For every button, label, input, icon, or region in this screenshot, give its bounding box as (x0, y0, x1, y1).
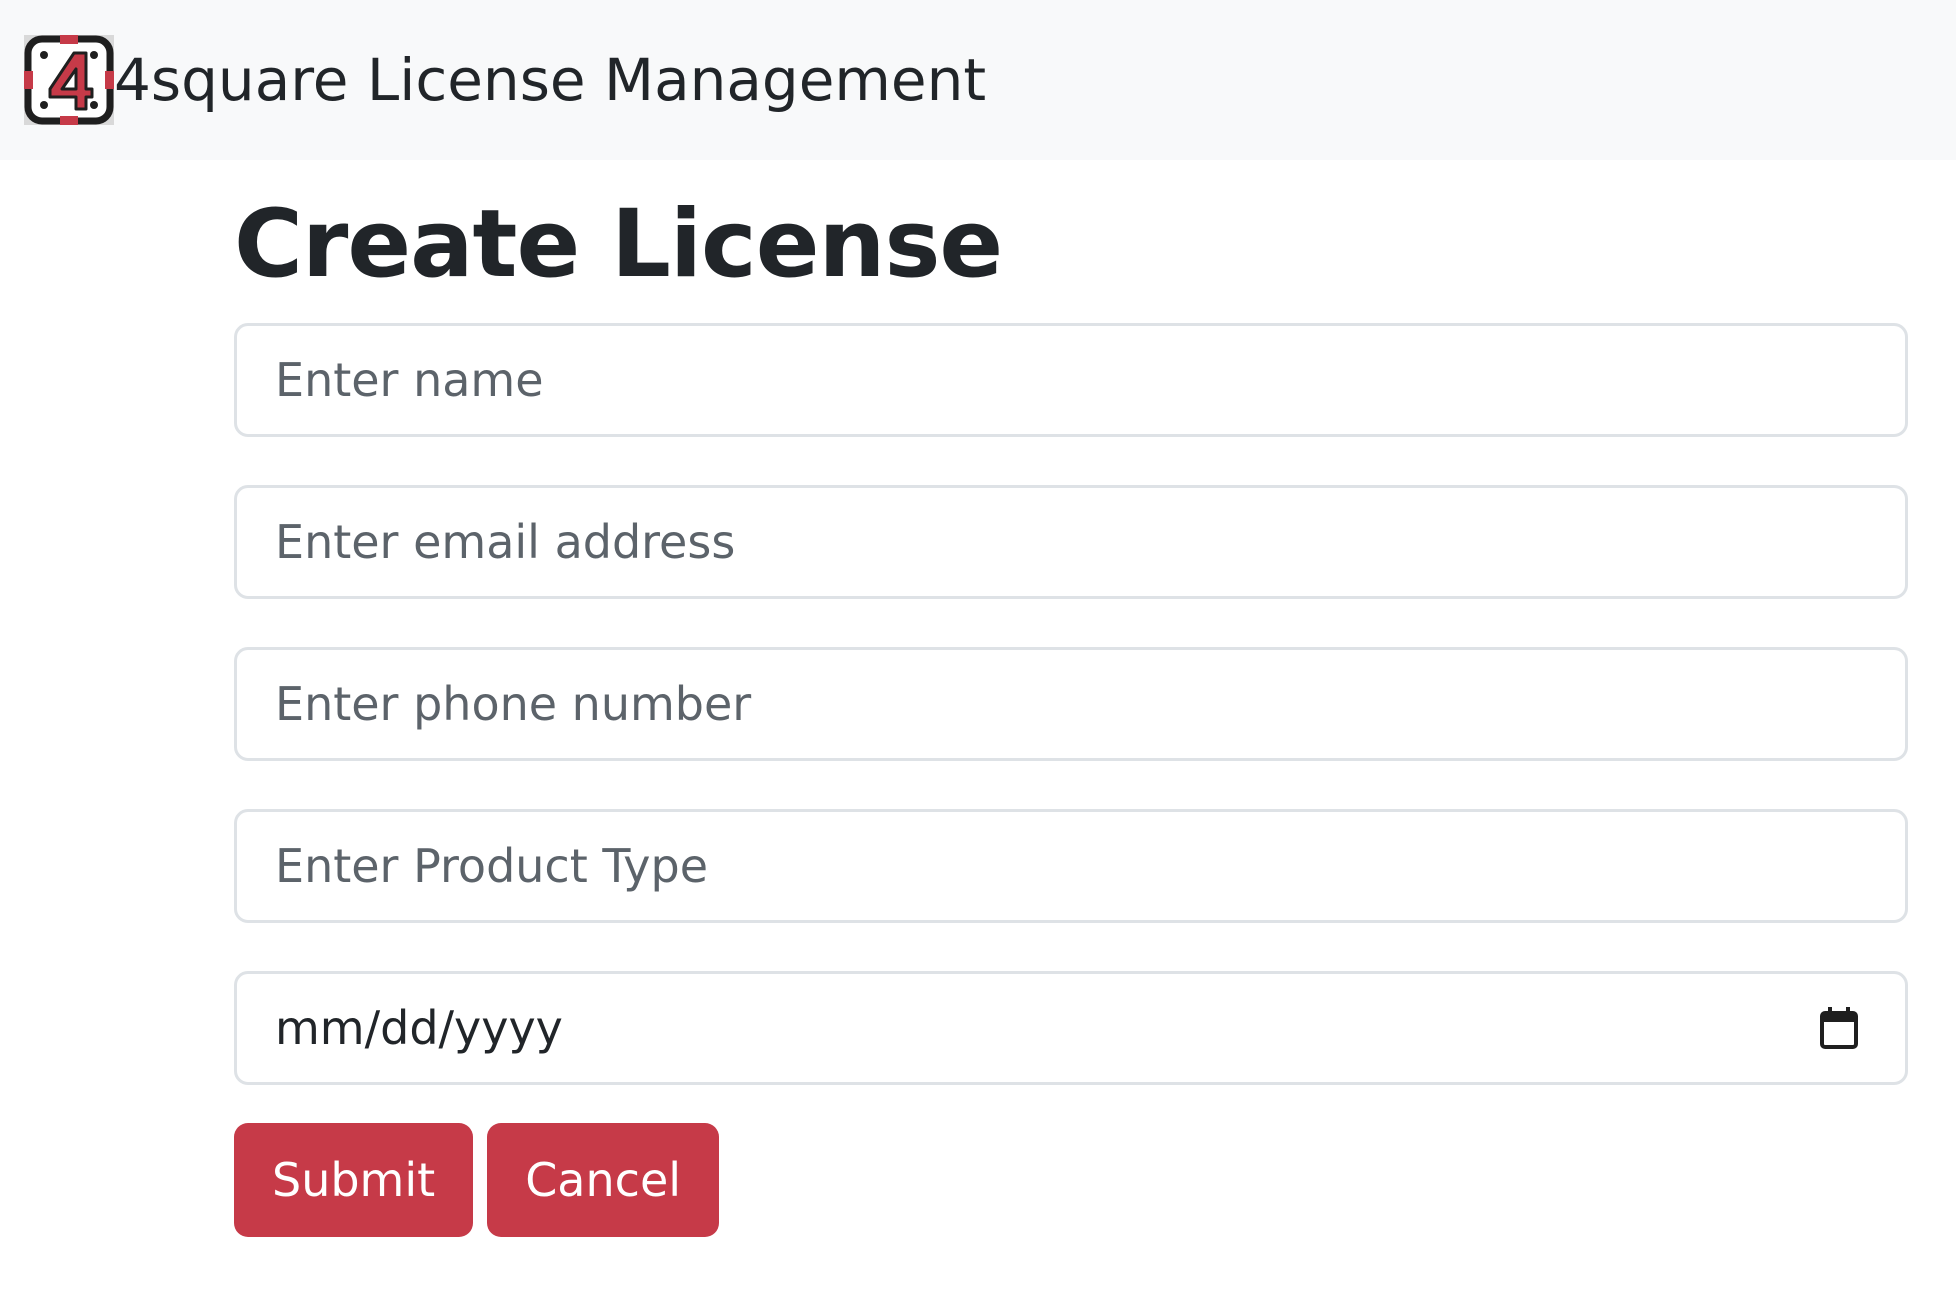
date-input[interactable]: mm/dd/yyyy (234, 971, 1908, 1085)
name-field-wrapper (234, 323, 1908, 437)
main-content: Create License mm/dd/yyyy Submit Cancel (234, 160, 1908, 1237)
name-input[interactable] (237, 326, 1905, 434)
product-type-input[interactable] (237, 812, 1905, 920)
brand-link[interactable]: 4square License Management (24, 35, 986, 125)
cancel-button[interactable]: Cancel (487, 1123, 720, 1237)
form-actions: Submit Cancel (234, 1123, 1908, 1237)
create-license-form: mm/dd/yyyy Submit Cancel (234, 323, 1908, 1237)
brand-title: 4square License Management (114, 46, 987, 114)
phone-input[interactable] (237, 650, 1905, 758)
4square-logo-icon (24, 35, 114, 125)
calendar-icon[interactable] (1819, 1006, 1859, 1050)
email-field-wrapper (234, 485, 1908, 599)
date-value: mm/dd/yyyy (275, 1001, 563, 1055)
email-input[interactable] (237, 488, 1905, 596)
product-type-field-wrapper (234, 809, 1908, 923)
navbar: 4square License Management (0, 0, 1956, 160)
submit-button[interactable]: Submit (234, 1123, 474, 1237)
page-title: Create License (234, 190, 1003, 299)
phone-field-wrapper (234, 647, 1908, 761)
